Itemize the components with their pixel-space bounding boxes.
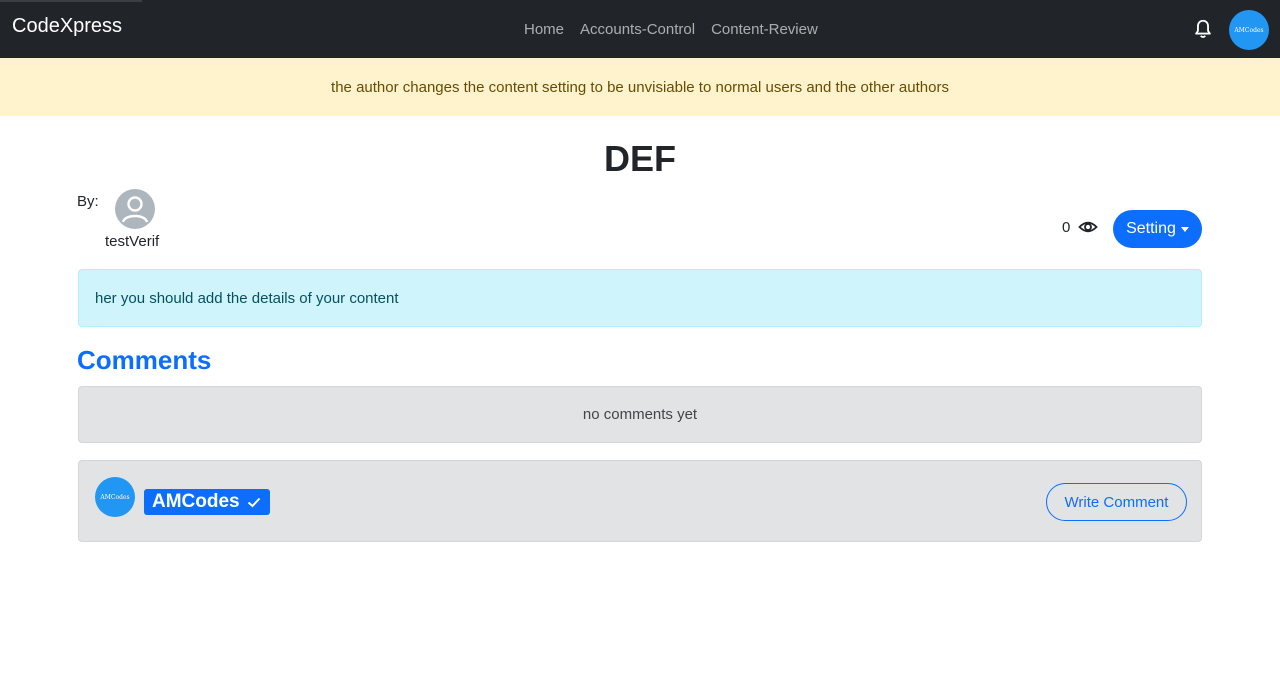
user-avatar[interactable]: AMCodes (1229, 10, 1269, 50)
nav-link-accounts-control[interactable]: Accounts-Control (580, 21, 695, 38)
no-comments-message: no comments yet (78, 386, 1202, 443)
brand-logo[interactable]: CodeXpress (12, 15, 122, 38)
nav-link-home[interactable]: Home (524, 21, 564, 38)
comments-heading: Comments (77, 345, 212, 375)
visibility-notice: the author changes the content setting t… (0, 58, 1280, 116)
content-details: her you should add the details of your c… (78, 269, 1202, 327)
commenter-name: AMCodes (152, 491, 240, 512)
write-comment-box: AMCodes AMCodes Write Comment (78, 460, 1202, 542)
author-name[interactable]: testVerif (105, 233, 159, 250)
write-comment-button[interactable]: Write Comment (1046, 483, 1187, 521)
bell-icon[interactable] (1192, 18, 1214, 40)
views-count: 0 (1062, 219, 1071, 236)
check-icon (247, 497, 260, 508)
top-navbar: CodeXpress Home Accounts-Control Content… (0, 0, 1280, 58)
eye-icon (1078, 221, 1098, 233)
nav-link-content-review[interactable]: Content-Review (711, 21, 818, 38)
chevron-down-icon (1180, 226, 1189, 232)
by-label: By: (77, 193, 99, 210)
nav-links: Home Accounts-Control Content-Review (524, 21, 818, 38)
commenter-avatar: AMCodes (95, 477, 135, 517)
author-avatar[interactable] (115, 189, 155, 229)
person-icon (121, 196, 149, 223)
page-title: DEF (604, 138, 676, 179)
setting-dropdown-button[interactable]: Setting (1113, 210, 1202, 248)
setting-label: Setting (1126, 220, 1176, 237)
commenter-badge: AMCodes (144, 489, 270, 515)
